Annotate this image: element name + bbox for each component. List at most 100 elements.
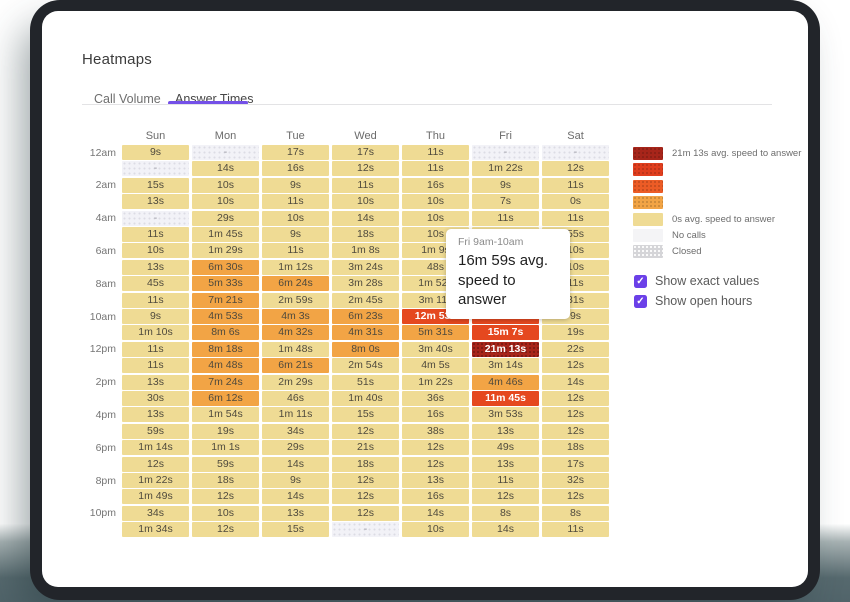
- heatmap-cell[interactable]: 1m 22s: [122, 473, 189, 488]
- heatmap-cell[interactable]: 2m 59s: [262, 293, 329, 308]
- heatmap-cell[interactable]: 14s: [542, 375, 609, 390]
- heatmap-cell[interactable]: 16s: [402, 178, 469, 193]
- heatmap-cell[interactable]: 59s: [122, 424, 189, 439]
- heatmap-cell[interactable]: 3m 24s: [332, 260, 399, 275]
- heatmap-cell[interactable]: 11s: [542, 522, 609, 537]
- heatmap-cell[interactable]: 12s: [122, 457, 189, 472]
- heatmap-cell[interactable]: 16s: [402, 407, 469, 422]
- heatmap-cell[interactable]: 10s: [332, 194, 399, 209]
- heatmap-cell[interactable]: 10s: [192, 194, 259, 209]
- heatmap-cell[interactable]: 2m 29s: [262, 375, 329, 390]
- heatmap-cell[interactable]: 1m 40s: [332, 391, 399, 406]
- heatmap-cell[interactable]: 14s: [262, 457, 329, 472]
- heatmap-cell[interactable]: 10s: [122, 243, 189, 258]
- heatmap-cell[interactable]: 15s: [262, 522, 329, 537]
- heatmap-cell[interactable]: 7m 21s: [192, 293, 259, 308]
- heatmap-cell[interactable]: 8s: [542, 506, 609, 521]
- heatmap-cell[interactable]: 11s: [402, 145, 469, 160]
- heatmap-cell[interactable]: 18s: [332, 457, 399, 472]
- heatmap-cell[interactable]: 17s: [332, 145, 399, 160]
- heatmap-cell[interactable]: 45s: [122, 276, 189, 291]
- heatmap-cell[interactable]: 12s: [402, 440, 469, 455]
- heatmap-cell[interactable]: 10s: [402, 522, 469, 537]
- heatmap-cell[interactable]: 13s: [122, 260, 189, 275]
- heatmap-cell[interactable]: 1m 22s: [402, 375, 469, 390]
- heatmap-cell[interactable]: 6m 12s: [192, 391, 259, 406]
- heatmap-cell[interactable]: 9s: [122, 145, 189, 160]
- heatmap-cell[interactable]: 12s: [192, 489, 259, 504]
- heatmap-cell[interactable]: 19s: [192, 424, 259, 439]
- heatmap-cell[interactable]: 11s: [542, 178, 609, 193]
- heatmap-cell[interactable]: 15m 7s: [472, 325, 539, 340]
- heatmap-cell[interactable]: 12s: [542, 391, 609, 406]
- heatmap-cell[interactable]: 13s: [122, 194, 189, 209]
- heatmap-cell[interactable]: 12s: [332, 473, 399, 488]
- heatmap-cell[interactable]: 8m 0s: [332, 342, 399, 357]
- heatmap-cell[interactable]: 4m 46s: [472, 375, 539, 390]
- heatmap-cell[interactable]: 14s: [332, 211, 399, 226]
- heatmap-cell[interactable]: 6m 24s: [262, 276, 329, 291]
- heatmap-cell[interactable]: -: [122, 161, 189, 176]
- heatmap-cell[interactable]: 11s: [332, 178, 399, 193]
- heatmap-cell[interactable]: 9s: [262, 178, 329, 193]
- heatmap-cell[interactable]: 10s: [192, 506, 259, 521]
- heatmap-cell[interactable]: 12s: [332, 161, 399, 176]
- heatmap-cell[interactable]: 7s: [472, 194, 539, 209]
- heatmap-cell[interactable]: 10s: [192, 178, 259, 193]
- heatmap-cell[interactable]: 5m 31s: [402, 325, 469, 340]
- heatmap-cell[interactable]: 13s: [122, 375, 189, 390]
- heatmap-cell[interactable]: 10s: [402, 194, 469, 209]
- heatmap-cell[interactable]: 16s: [262, 161, 329, 176]
- heatmap-cell[interactable]: 11s: [122, 342, 189, 357]
- heatmap-cell[interactable]: 11s: [472, 211, 539, 226]
- heatmap-cell[interactable]: 12s: [542, 161, 609, 176]
- heatmap-cell[interactable]: 12s: [402, 457, 469, 472]
- heatmap-cell[interactable]: 12s: [542, 407, 609, 422]
- heatmap-cell[interactable]: 46s: [262, 391, 329, 406]
- heatmap-cell[interactable]: 34s: [122, 506, 189, 521]
- checkbox-box[interactable]: ✓: [634, 275, 647, 288]
- heatmap-cell[interactable]: 2m 45s: [332, 293, 399, 308]
- checkbox-show-open-hours[interactable]: ✓Show open hours: [634, 294, 752, 308]
- heatmap-cell[interactable]: 1m 48s: [262, 342, 329, 357]
- heatmap-cell[interactable]: 10s: [402, 211, 469, 226]
- heatmap-cell[interactable]: 38s: [402, 424, 469, 439]
- heatmap-cell[interactable]: 12s: [472, 489, 539, 504]
- heatmap-cell[interactable]: 2m 54s: [332, 358, 399, 373]
- heatmap-cell[interactable]: 21s: [332, 440, 399, 455]
- heatmap-cell[interactable]: 10s: [262, 211, 329, 226]
- heatmap-cell[interactable]: 1m 49s: [122, 489, 189, 504]
- heatmap-cell[interactable]: 18s: [542, 440, 609, 455]
- heatmap-cell[interactable]: 9s: [122, 309, 189, 324]
- heatmap-cell[interactable]: 12s: [332, 506, 399, 521]
- heatmap-cell[interactable]: 12s: [332, 489, 399, 504]
- heatmap-cell[interactable]: 12s: [542, 489, 609, 504]
- heatmap-cell[interactable]: 4m 31s: [332, 325, 399, 340]
- heatmap-cell[interactable]: 19s: [542, 325, 609, 340]
- heatmap-cell[interactable]: 49s: [472, 440, 539, 455]
- heatmap-cell[interactable]: 4m 5s: [402, 358, 469, 373]
- heatmap-cell[interactable]: 9s: [262, 227, 329, 242]
- heatmap-cell[interactable]: 1m 45s: [192, 227, 259, 242]
- heatmap-cell[interactable]: 14s: [262, 489, 329, 504]
- heatmap-cell[interactable]: 18s: [192, 473, 259, 488]
- heatmap-cell[interactable]: 11s: [402, 161, 469, 176]
- heatmap-cell[interactable]: 1m 12s: [262, 260, 329, 275]
- heatmap-cell[interactable]: 9s: [472, 178, 539, 193]
- heatmap-cell[interactable]: 21m 13s: [472, 342, 539, 357]
- heatmap-cell[interactable]: 22s: [542, 342, 609, 357]
- heatmap-cell[interactable]: 29s: [262, 440, 329, 455]
- heatmap-cell[interactable]: 36s: [402, 391, 469, 406]
- heatmap-cell[interactable]: 12s: [332, 424, 399, 439]
- heatmap-cell[interactable]: 4m 32s: [262, 325, 329, 340]
- heatmap-cell[interactable]: 4m 53s: [192, 309, 259, 324]
- heatmap-cell[interactable]: 13s: [472, 424, 539, 439]
- heatmap-cell[interactable]: 51s: [332, 375, 399, 390]
- heatmap-cell[interactable]: 1m 34s: [122, 522, 189, 537]
- heatmap-cell[interactable]: 11s: [122, 293, 189, 308]
- heatmap-cell[interactable]: 11s: [262, 194, 329, 209]
- heatmap-cell[interactable]: 1m 22s: [472, 161, 539, 176]
- heatmap-cell[interactable]: 18s: [332, 227, 399, 242]
- heatmap-cell[interactable]: 11m 45s: [472, 391, 539, 406]
- checkbox-show-exact-values[interactable]: ✓Show exact values: [634, 274, 759, 288]
